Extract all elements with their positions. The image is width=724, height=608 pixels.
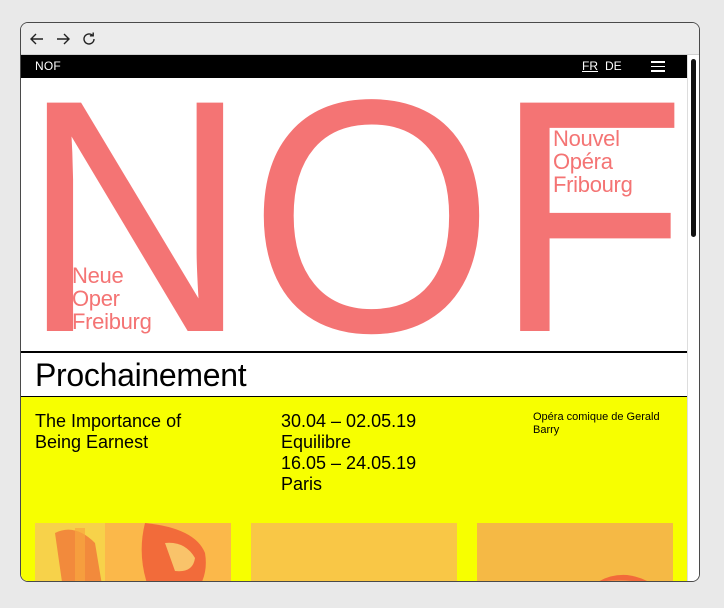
- scrollbar-thumb[interactable]: [691, 59, 696, 237]
- arrow-left-icon: [30, 33, 43, 45]
- reload-icon: [83, 32, 95, 45]
- event-photo[interactable]: [477, 523, 673, 581]
- name-french-line: Fribourg: [553, 172, 633, 197]
- name-german-line: Freiburg: [72, 309, 152, 334]
- arrow-right-icon: [57, 33, 70, 45]
- event-card[interactable]: The Importance of Being Earnest 30.04 – …: [21, 397, 687, 581]
- language-fr-link[interactable]: FR: [582, 59, 598, 73]
- name-french: Nouvel Opéra Fribourg: [553, 127, 633, 196]
- photo-performer: [251, 523, 457, 581]
- forward-button[interactable]: [53, 29, 73, 49]
- reload-button[interactable]: [79, 29, 99, 49]
- event-photo[interactable]: [251, 523, 457, 581]
- photo-hands: [35, 523, 231, 581]
- language-de-link[interactable]: DE: [605, 59, 622, 73]
- event-venue-1: Equilibre: [281, 432, 352, 452]
- photo-singer: [477, 523, 673, 581]
- name-german: Neue Oper Freiburg: [72, 264, 152, 333]
- event-title-line: The Importance of: [35, 411, 182, 431]
- section-title: Prochainement: [35, 357, 247, 393]
- site-brand-link[interactable]: NOF: [35, 59, 61, 73]
- event-venue-2: Paris: [281, 474, 323, 494]
- name-french-line: Opéra: [553, 149, 613, 174]
- browser-toolbar: [21, 23, 699, 55]
- name-french-line: Nouvel: [553, 126, 620, 151]
- hamburger-menu-icon[interactable]: [651, 61, 665, 72]
- event-dates-1: 30.04 – 02.05.19: [281, 411, 417, 431]
- event-schedule: 30.04 – 02.05.19 Equilibre 16.05 – 24.05…: [281, 411, 416, 495]
- back-button[interactable]: [27, 29, 47, 49]
- event-dates-2: 16.05 – 24.05.19: [281, 453, 417, 473]
- browser-window: NOF FR DE NOF Neue Oper Freiburg Nouvel …: [20, 22, 700, 582]
- name-german-line: Oper: [72, 286, 120, 311]
- event-description: Opéra comique de Gerald Barry: [533, 411, 660, 436]
- name-german-line: Neue: [72, 263, 124, 288]
- vertical-scrollbar[interactable]: [687, 55, 699, 581]
- hero: NOF Neue Oper Freiburg Nouvel Opéra Frib…: [21, 78, 687, 351]
- site-header: NOF FR DE: [21, 55, 687, 78]
- event-title-line: Being Earnest: [35, 432, 149, 452]
- section-header: Prochainement: [21, 351, 687, 397]
- event-title[interactable]: The Importance of Being Earnest: [35, 411, 235, 453]
- page-viewport: NOF FR DE NOF Neue Oper Freiburg Nouvel …: [21, 55, 687, 581]
- event-photo[interactable]: [35, 523, 231, 581]
